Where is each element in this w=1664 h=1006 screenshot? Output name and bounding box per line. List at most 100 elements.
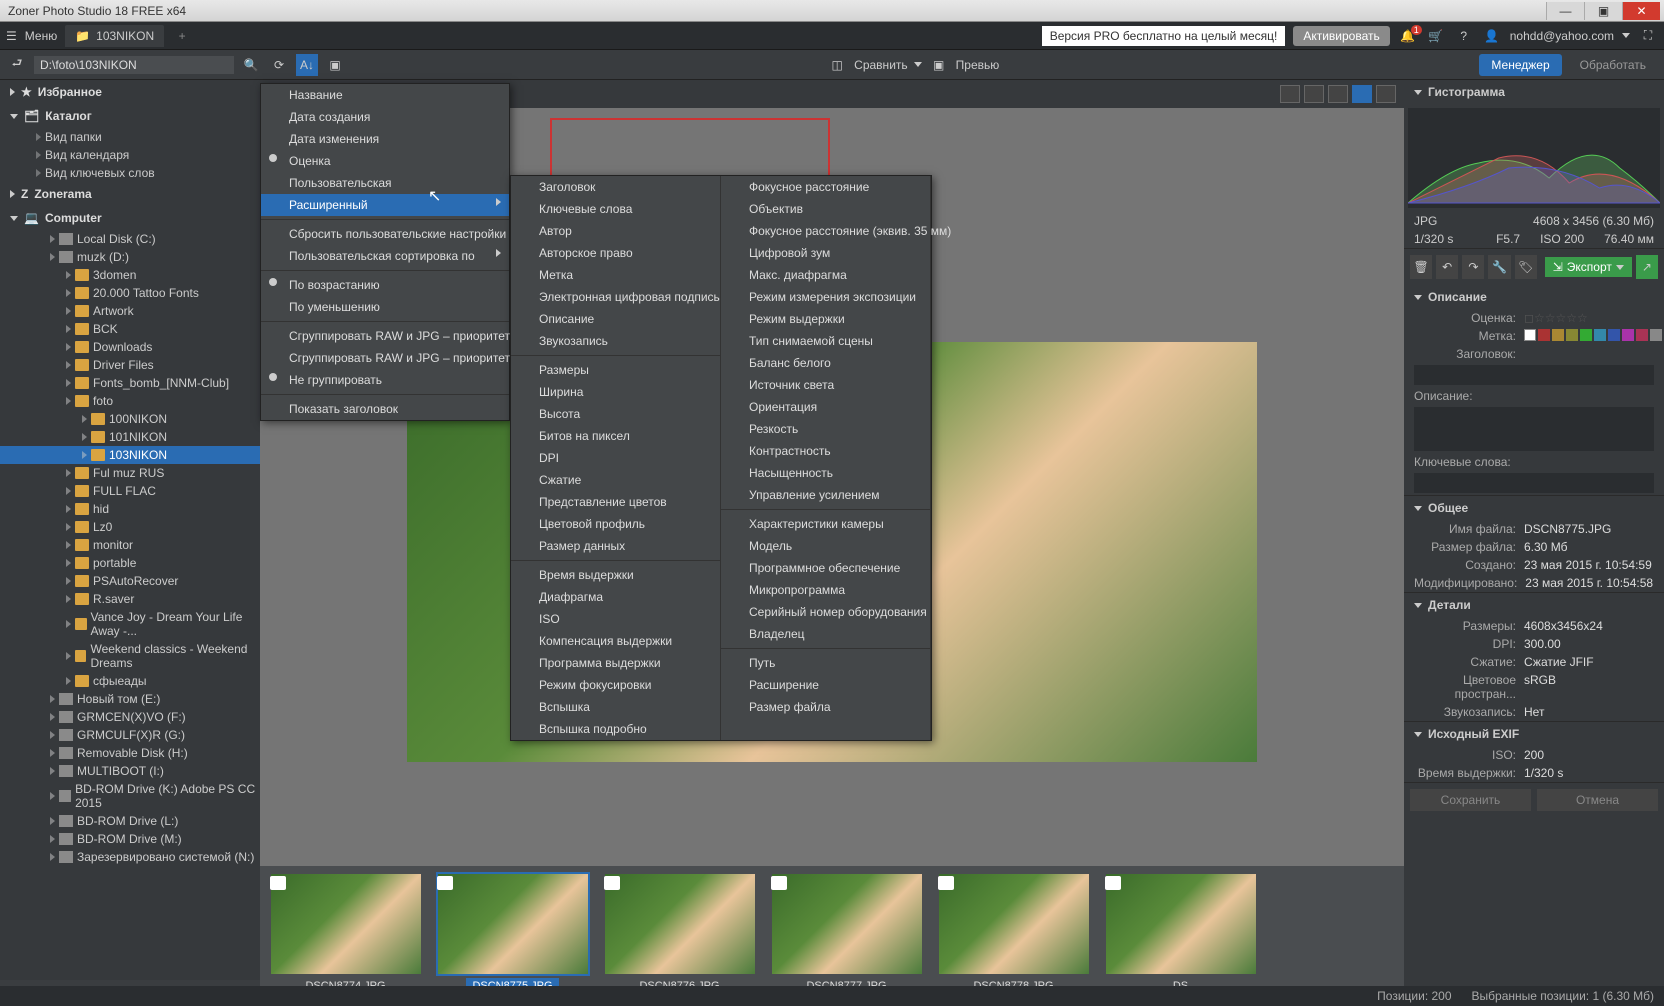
menu-item[interactable]: Дата создания [261, 106, 509, 128]
compare-label[interactable]: Сравнить [854, 58, 907, 72]
title-input[interactable] [1414, 365, 1654, 385]
thumbnail[interactable]: DSCN8777.JPG [769, 874, 924, 998]
submenu-item[interactable]: Вспышка подробно [511, 718, 720, 740]
submenu-item[interactable]: Размер данных [511, 535, 720, 557]
new-tab-button[interactable]: + [172, 29, 192, 43]
tree-item[interactable]: Artwork [0, 302, 260, 320]
tree-item[interactable]: Ful muz RUS [0, 464, 260, 482]
tree-item[interactable]: Weekend classics - Weekend Dreams [0, 640, 260, 672]
search-icon[interactable]: 🔍 [240, 54, 262, 76]
tree-item[interactable]: 3domen [0, 266, 260, 284]
tree-item[interactable]: 103NIKON [0, 446, 260, 464]
user-email[interactable]: nohdd@yahoo.com [1510, 29, 1614, 43]
submenu-item[interactable]: Характеристики камеры [721, 513, 930, 535]
submenu-item[interactable]: Авторское право [511, 242, 720, 264]
submenu-item[interactable]: Метка [511, 264, 720, 286]
submenu-item[interactable]: Звукозапись [511, 330, 720, 352]
submenu-item[interactable]: Программное обеспечение [721, 557, 930, 579]
rating-stars[interactable]: ◻☆☆☆☆☆ [1524, 311, 1654, 325]
tree-item[interactable]: R.saver [0, 590, 260, 608]
thumbnail[interactable]: DSCN8774.JPG [268, 874, 423, 998]
submenu-item[interactable]: Серийный номер оборудования [721, 601, 930, 623]
tree-item[interactable]: 20.000 Tattoo Fonts [0, 284, 260, 302]
tree-item[interactable]: Driver Files [0, 356, 260, 374]
tree-item[interactable]: Fonts_bomb_[NNM-Club] [0, 374, 260, 392]
tree-item[interactable]: сфыеады [0, 672, 260, 690]
tree-item[interactable]: Vance Joy - Dream Your Life Away -... [0, 608, 260, 640]
tree-item[interactable]: foto [0, 392, 260, 410]
user-menu-caret[interactable] [1622, 33, 1630, 38]
tree-item[interactable]: 101NIKON [0, 428, 260, 446]
rotate-right-icon[interactable]: ↷ [1462, 255, 1484, 279]
submenu-item[interactable]: Управление усилением [721, 484, 930, 506]
details-header[interactable]: Детали [1404, 593, 1664, 617]
wrench-icon[interactable]: 🔧 [1488, 255, 1510, 279]
path-input[interactable]: D:\foto\103NIKON [34, 56, 234, 74]
catalog-item[interactable]: Вид ключевых слов [0, 164, 260, 182]
hamburger-icon[interactable]: ☰ [6, 29, 17, 43]
view-btn-5[interactable] [1376, 85, 1396, 103]
manager-button[interactable]: Менеджер [1479, 54, 1561, 76]
histogram-header[interactable]: Гистограмма [1404, 80, 1664, 104]
view-btn-2[interactable] [1304, 85, 1324, 103]
submenu-item[interactable]: Модель [721, 535, 930, 557]
general-header[interactable]: Общее [1404, 496, 1664, 520]
submenu-item[interactable]: Расширение [721, 674, 930, 696]
menu-item[interactable]: Показать заголовок [261, 398, 509, 420]
submenu-item[interactable]: Владелец [721, 623, 930, 645]
cancel-button[interactable]: Отмена [1537, 789, 1658, 811]
view-btn-3[interactable] [1328, 85, 1348, 103]
submenu-item[interactable]: Резкость [721, 418, 930, 440]
desc-input[interactable] [1414, 407, 1654, 451]
preview-icon[interactable]: ▣ [928, 54, 950, 76]
submenu-item[interactable]: ISO [511, 608, 720, 630]
submenu-item[interactable]: Вспышка [511, 696, 720, 718]
save-button[interactable]: Сохранить [1410, 789, 1531, 811]
tree-item[interactable]: 100NIKON [0, 410, 260, 428]
submenu-item[interactable]: Цифровой зум [721, 242, 930, 264]
submenu-item[interactable]: DPI [511, 447, 720, 469]
menu-item[interactable]: Пользовательская [261, 172, 509, 194]
compare-caret[interactable] [914, 62, 922, 67]
catalog-item[interactable]: Вид календаря [0, 146, 260, 164]
submenu-item[interactable]: Компенсация выдержки [511, 630, 720, 652]
submenu-item[interactable]: Ориентация [721, 396, 930, 418]
newfolder-icon[interactable]: ▣ [324, 54, 346, 76]
submenu-item[interactable]: Размеры [511, 359, 720, 381]
tree-item[interactable]: muzk (D:) [0, 248, 260, 266]
menu-item[interactable]: Название [261, 84, 509, 106]
submenu-item[interactable]: Режим фокусировки [511, 674, 720, 696]
submenu-item[interactable]: Размер файла [721, 696, 930, 718]
catalog-item[interactable]: Вид папки [0, 128, 260, 146]
menu-item[interactable]: Дата изменения [261, 128, 509, 150]
submenu-item[interactable]: Диафрагма [511, 586, 720, 608]
tree-item[interactable]: hid [0, 500, 260, 518]
sort-button[interactable]: A↓ [296, 54, 318, 76]
tree-item[interactable]: PSAutoRecover [0, 572, 260, 590]
fullscreen-icon[interactable]: ⛶ [1638, 28, 1658, 43]
submenu-item[interactable]: Ключевые слова [511, 198, 720, 220]
thumbnail[interactable]: DSCN8778.JPG [936, 874, 1091, 998]
submenu-item[interactable]: Заголовок [511, 176, 720, 198]
menu-item[interactable]: Расширенный [261, 194, 509, 216]
submenu-item[interactable]: Тип снимаемой сцены [721, 330, 930, 352]
desc-header[interactable]: Описание [1404, 285, 1664, 309]
tree-item[interactable]: Local Disk (C:) [0, 230, 260, 248]
view-btn-4[interactable] [1352, 85, 1372, 103]
tree-item[interactable]: BD-ROM Drive (L:) [0, 812, 260, 830]
submenu-item[interactable]: Режим выдержки [721, 308, 930, 330]
tree-item[interactable]: BD-ROM Drive (M:) [0, 830, 260, 848]
submenu-item[interactable]: Автор [511, 220, 720, 242]
thumbnail[interactable]: DSCN8776.JPG [602, 874, 757, 998]
menu-item[interactable]: Сгруппировать RAW и JPG – приоритет RAW [261, 325, 509, 347]
menu-item[interactable]: Сбросить пользовательские настройки [261, 223, 509, 245]
submenu-item[interactable]: Программа выдержки [511, 652, 720, 674]
close-button[interactable]: ✕ [1622, 2, 1660, 20]
maximize-button[interactable]: ▣ [1584, 2, 1622, 20]
tree-item[interactable]: GRMCULF(X)R (G:) [0, 726, 260, 744]
sidebar-catalog[interactable]: 🗂 Каталог [0, 104, 260, 128]
keywords-input[interactable] [1414, 473, 1654, 493]
submenu-item[interactable]: Источник света [721, 374, 930, 396]
tree-item[interactable]: Новый том (E:) [0, 690, 260, 708]
view-btn-1[interactable] [1280, 85, 1300, 103]
